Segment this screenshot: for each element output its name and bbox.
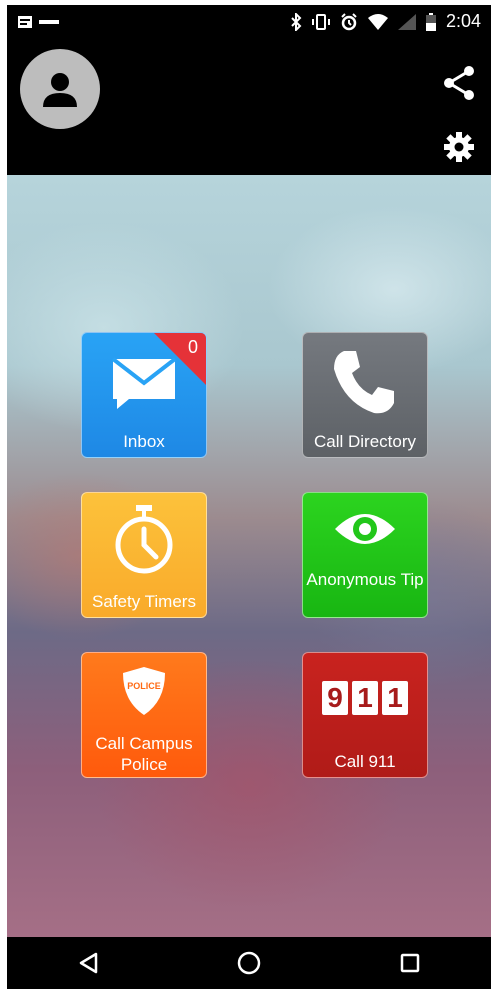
status-bar: 2:04 <box>7 5 491 41</box>
tile-call-911-label: Call 911 <box>334 752 396 771</box>
phone-icon <box>334 351 394 414</box>
tile-call-campus-police-label: Call Campus Police <box>95 734 193 774</box>
home-button[interactable] <box>219 941 279 985</box>
tile-call-directory[interactable]: Call Directory <box>302 332 428 458</box>
tile-inbox[interactable]: 0 Inbox <box>81 332 207 458</box>
tile-anonymous-tip[interactable]: Anonymous Tip <box>302 492 428 618</box>
tile-call-911[interactable]: 9 1 1 Call 911 <box>302 652 428 778</box>
envelope-icon <box>111 357 177 409</box>
911-digit-3: 1 <box>382 681 408 715</box>
status-left <box>17 14 59 30</box>
eye-icon <box>335 514 395 544</box>
recents-button[interactable] <box>380 941 440 985</box>
notification-icon <box>18 16 32 28</box>
911-icon: 9 1 1 <box>303 681 427 715</box>
battery-icon <box>425 12 436 31</box>
status-right: 2:04 <box>290 11 481 32</box>
settings-button[interactable] <box>441 129 477 165</box>
navigation-bar <box>7 937 491 989</box>
app-notification-icon <box>39 20 59 24</box>
tile-safety-timers-label: Safety Timers <box>92 592 196 611</box>
911-digit-2: 1 <box>352 681 378 715</box>
tile-anonymous-tip-label: Anonymous Tip <box>306 570 424 589</box>
recents-icon <box>401 953 420 973</box>
back-button[interactable] <box>58 941 118 985</box>
bluetooth-icon <box>291 12 302 31</box>
police-badge-text: POLICE <box>127 681 161 691</box>
share-button[interactable] <box>441 65 477 101</box>
profile-avatar[interactable] <box>20 49 100 129</box>
back-icon <box>79 952 97 974</box>
police-badge-icon: POLICE <box>123 667 165 715</box>
tile-inbox-label: Inbox <box>123 432 165 451</box>
phone-screen: 2:04 0 Inbox Call Directory Safety Timer… <box>7 5 491 989</box>
wifi-icon <box>367 13 388 30</box>
home-icon <box>237 951 261 975</box>
person-icon <box>43 73 77 107</box>
vibrate-icon <box>311 13 330 30</box>
alarm-icon <box>341 12 357 30</box>
911-digit-1: 9 <box>322 681 348 715</box>
tile-call-directory-label: Call Directory <box>313 432 417 451</box>
status-time: 2:04 <box>445 11 481 31</box>
stopwatch-icon <box>115 505 173 574</box>
tile-call-campus-police[interactable]: POLICE Call Campus Police <box>81 652 207 778</box>
signal-icon <box>397 13 416 30</box>
share-icon <box>444 66 474 100</box>
tile-safety-timers[interactable]: Safety Timers <box>81 492 207 618</box>
app-header <box>7 41 491 175</box>
gear-icon <box>444 132 474 162</box>
